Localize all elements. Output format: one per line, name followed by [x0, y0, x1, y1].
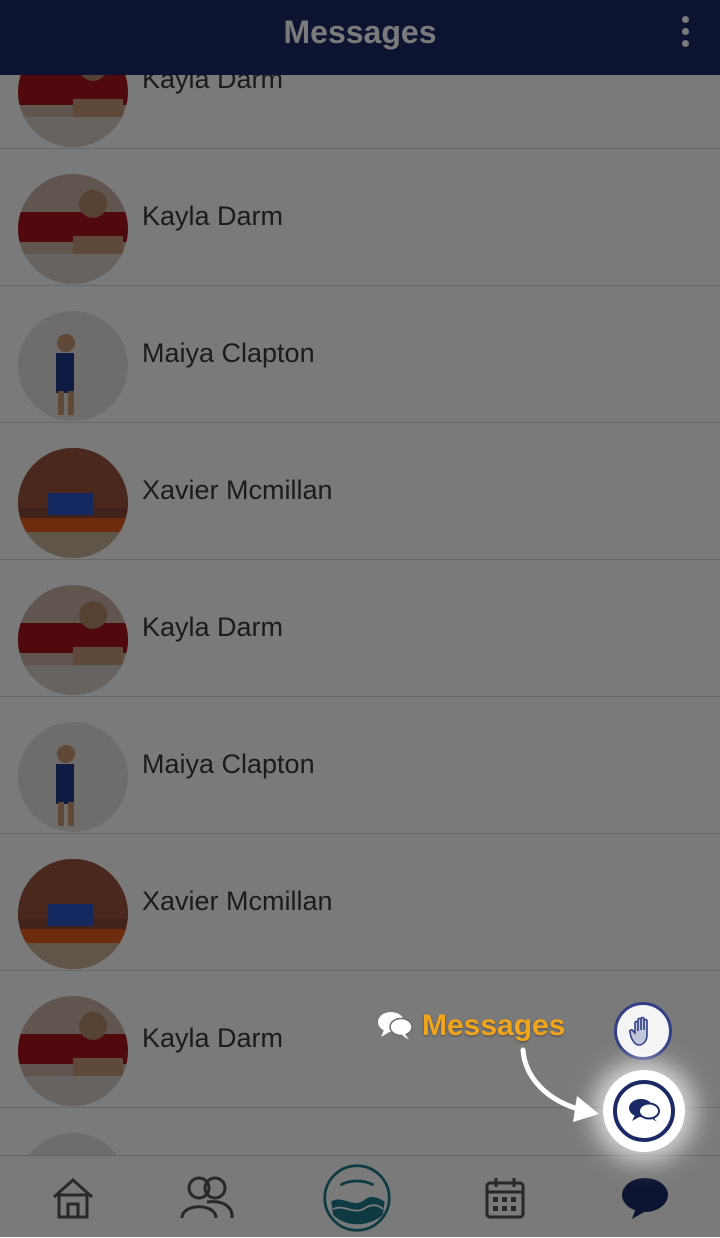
list-item[interactable]: Xavier Mcmillan — [0, 423, 720, 560]
list-item[interactable]: Kayla Darm — [0, 75, 720, 149]
page-title: Messages — [283, 14, 437, 50]
list-item[interactable]: Kayla Darm — [0, 560, 720, 697]
contact-name: Kayla Darm — [142, 201, 284, 231]
avatar — [18, 75, 128, 147]
contact-name: Kayla Darm — [142, 1023, 284, 1053]
list-item[interactable]: Maiya Clapton — [0, 286, 720, 423]
messages-fab-highlight — [603, 1070, 685, 1152]
conversation-list[interactable]: Kayla Darm Kayla Darm Maiya Clapton Xavi… — [0, 75, 720, 1155]
tutorial-label: Messages — [422, 1009, 566, 1042]
chat-bubbles-icon — [378, 1012, 413, 1040]
pointer-arrow-icon — [520, 1047, 599, 1122]
people-icon[interactable] — [172, 1166, 242, 1230]
bottom-tab-bar — [0, 1155, 720, 1238]
contact-name: Kayla Darm — [142, 612, 284, 642]
avatar — [18, 722, 128, 832]
avatar — [18, 996, 128, 1106]
logo-icon[interactable] — [322, 1164, 392, 1232]
list-item[interactable]: Xavier Mcmillan — [0, 834, 720, 971]
chat-bubble-icon[interactable] — [610, 1166, 680, 1230]
hand-wave-button[interactable] — [614, 1002, 672, 1060]
contact-name: Maiya Clapton — [142, 338, 315, 368]
avatar — [18, 859, 128, 969]
contact-name: Xavier Mcmillan — [142, 886, 333, 916]
contact-name: Kayla Darm — [142, 75, 284, 94]
contact-name: Xavier Mcmillan — [142, 475, 333, 505]
tutorial-hint: Messages — [376, 1006, 565, 1046]
list-item[interactable]: Maiya Clapton — [0, 697, 720, 834]
kebab-menu-icon[interactable] — [680, 16, 690, 48]
hand-icon — [629, 1016, 648, 1046]
avatar — [18, 174, 128, 284]
avatar — [18, 448, 128, 558]
messages-fab-button[interactable] — [613, 1080, 675, 1142]
avatar — [18, 1133, 128, 1155]
list-item[interactable]: Kayla Darm — [0, 149, 720, 286]
avatar — [18, 311, 128, 421]
avatar — [18, 585, 128, 695]
contact-name: Maiya Clapton — [142, 749, 315, 779]
app-header: Messages — [0, 0, 720, 75]
chat-bubbles-icon — [629, 1099, 660, 1122]
home-icon[interactable] — [38, 1166, 108, 1230]
calendar-icon[interactable] — [470, 1166, 540, 1230]
